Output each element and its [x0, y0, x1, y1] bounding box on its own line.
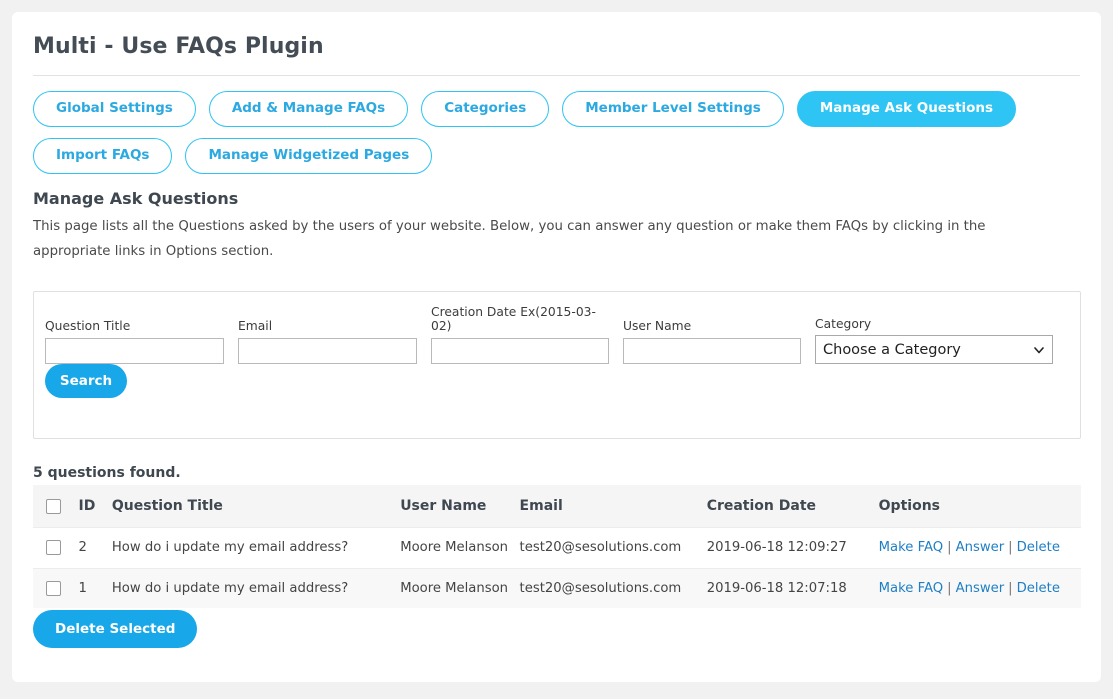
row-checkbox[interactable]: [46, 540, 61, 555]
delete-link[interactable]: Delete: [1017, 581, 1060, 596]
results-count: 5 questions found.: [33, 465, 181, 481]
cell-email: test20@sesolutions.com: [519, 527, 707, 568]
label-email: Email: [238, 319, 273, 333]
page-root: Multi - Use FAQs Plugin Global Settings …: [0, 0, 1113, 699]
options-separator: |: [947, 540, 952, 556]
cell-id: 2: [78, 527, 112, 568]
label-question-title: Question Title: [45, 319, 131, 333]
tab-member-level-settings[interactable]: Member Level Settings: [562, 91, 784, 127]
delete-selected-button[interactable]: Delete Selected: [33, 610, 198, 648]
tab-global-settings[interactable]: Global Settings: [33, 91, 196, 127]
cell-question-title: How do i update my email address?: [111, 567, 401, 608]
row-checkbox[interactable]: [46, 580, 61, 596]
options-separator: |: [947, 580, 952, 596]
tab-add-manage-faqs[interactable]: Add & Manage FAQs: [208, 91, 409, 127]
search-filter-panel: Question Title Email Creation Date Ex(20…: [33, 291, 1081, 439]
cell-options: Make FAQ | Answer | Delete: [878, 567, 1081, 608]
cell-question-title: How do i update my email address?: [111, 527, 401, 568]
table-body: 2 How do i update my email address? Moor…: [33, 527, 1081, 608]
header-email: Email: [519, 485, 707, 528]
tab-manage-ask-questions[interactable]: Manage Ask Questions: [796, 91, 1017, 127]
cell-user-name: Moore Melanson: [400, 527, 520, 568]
header-user-name: User Name: [400, 485, 520, 528]
section-description: This page lists all the Questions asked …: [33, 219, 986, 259]
header-question-title: Question Title: [111, 485, 401, 528]
header-creation-date: Creation Date: [706, 485, 879, 528]
tab-categories[interactable]: Categories: [421, 91, 550, 127]
field-question-title: Question Title: [45, 319, 224, 364]
header-select-all: [33, 485, 79, 528]
header-options: Options: [878, 485, 1081, 528]
cell-creation-date: 2019-06-18 12:09:27: [706, 527, 879, 568]
make-faq-link[interactable]: Make FAQ: [879, 540, 943, 555]
category-select[interactable]: Choose a Category: [815, 335, 1053, 364]
table-row: 2 How do i update my email address? Moor…: [33, 527, 1081, 568]
tab-manage-widgetized-pages[interactable]: Manage Widgetized Pages: [185, 138, 433, 174]
tab-bar: Global Settings Add & Manage FAQs Catego…: [12, 76, 1072, 174]
label-creation-date: Creation Date Ex(2015-03-02): [431, 305, 596, 333]
filter-fields-row: Question Title Email Creation Date Ex(20…: [34, 292, 1080, 364]
label-user-name: User Name: [623, 319, 692, 333]
field-email: Email: [238, 319, 417, 364]
cell-email: test20@sesolutions.com: [519, 567, 707, 608]
category-select-wrapper: Choose a Category: [815, 335, 1053, 364]
answer-link[interactable]: Answer: [956, 581, 1005, 596]
field-user-name: User Name: [623, 319, 801, 364]
table-header-row: ID Question Title User Name Email Creati…: [33, 485, 1081, 528]
questions-table: ID Question Title User Name Email Creati…: [33, 485, 1081, 608]
content-card: Multi - Use FAQs Plugin Global Settings …: [12, 12, 1101, 682]
table-head: ID Question Title User Name Email Creati…: [33, 485, 1081, 528]
table-row: 1 How do i update my email address? Moor…: [33, 567, 1081, 608]
question-title-input[interactable]: [45, 338, 224, 364]
row-select-cell: [33, 567, 79, 608]
field-creation-date: Creation Date Ex(2015-03-02): [431, 305, 609, 364]
label-category: Category: [815, 317, 872, 331]
tab-import-faqs[interactable]: Import FAQs: [33, 138, 173, 174]
page-title: Multi - Use FAQs Plugin: [33, 34, 324, 59]
creation-date-input[interactable]: [431, 338, 609, 364]
cell-id: 1: [78, 567, 112, 608]
options-separator: |: [1008, 580, 1013, 596]
options-separator: |: [1008, 540, 1013, 556]
user-name-input[interactable]: [623, 338, 801, 364]
search-button[interactable]: Search: [45, 364, 127, 398]
delete-link[interactable]: Delete: [1017, 540, 1060, 555]
header-id: ID: [78, 485, 112, 528]
select-all-checkbox[interactable]: [46, 498, 61, 514]
cell-user-name: Moore Melanson: [400, 567, 520, 608]
cell-options: Make FAQ | Answer | Delete: [878, 527, 1081, 568]
cell-creation-date: 2019-06-18 12:07:18: [706, 567, 879, 608]
answer-link[interactable]: Answer: [956, 540, 1005, 555]
email-input[interactable]: [238, 338, 417, 364]
row-select-cell: [33, 527, 79, 568]
make-faq-link[interactable]: Make FAQ: [879, 581, 943, 596]
field-category: Category Choose a Category: [815, 317, 1053, 364]
section-heading: Manage Ask Questions: [33, 189, 239, 208]
